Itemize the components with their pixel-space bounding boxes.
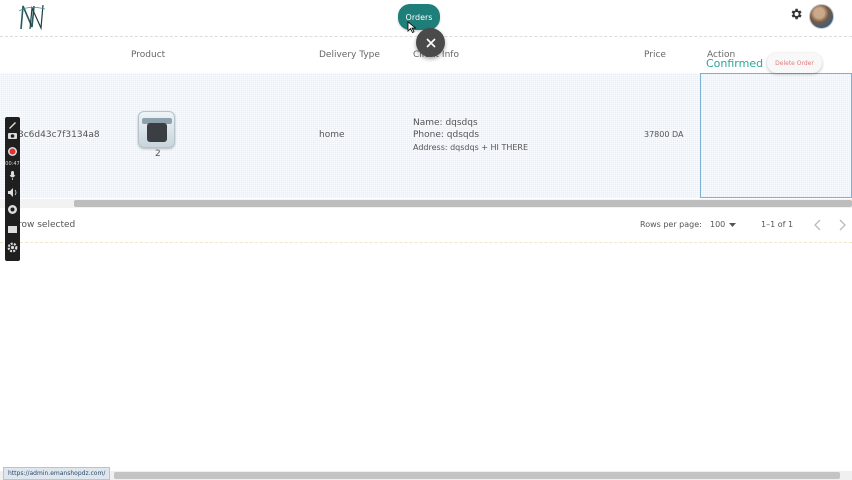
recorder-settings-gear-icon[interactable] (7, 242, 18, 253)
delete-order-button[interactable]: Delete Order (767, 53, 822, 73)
pagination-text: 1–1 of 1 (761, 220, 794, 229)
next-page-icon[interactable] (836, 218, 848, 232)
brand-logo[interactable] (18, 3, 46, 31)
close-fab-button[interactable] (416, 28, 445, 57)
column-header-delivery-type[interactable]: Delivery Type (319, 50, 380, 60)
action-cell (700, 73, 852, 198)
recorder-pen-icon[interactable] (7, 119, 18, 130)
price-cell: 37800 DA (644, 130, 684, 139)
recording-timer: 00:47 (5, 161, 20, 167)
microphone-icon[interactable] (7, 170, 18, 181)
table-row[interactable]: 3c6d43c7f3134a8 2 home Name: dqsdqs Phon… (0, 73, 852, 198)
screen-recorder-toolbar: 00:47 (5, 117, 20, 261)
previous-page-icon[interactable] (812, 218, 824, 232)
camera-icon[interactable] (7, 130, 18, 141)
selected-count-text: row selected (18, 220, 76, 230)
client-name: Name: dqsdqs (413, 118, 478, 128)
user-avatar[interactable] (809, 4, 834, 29)
table-scrollbar-thumb[interactable] (74, 200, 852, 207)
product-quantity: 2 (155, 149, 161, 159)
settings-gear-icon[interactable] (789, 7, 803, 21)
delivery-type-cell: home (319, 130, 345, 140)
speaker-icon[interactable] (7, 187, 18, 198)
rows-per-page-label: Rows per page: (640, 220, 702, 229)
table-footer: row selected Rows per page: 100 1–1 of 1 (0, 210, 852, 243)
client-address: Address: dqsdqs + HI THERE (413, 143, 529, 152)
client-phone: Phone: qdsqds (413, 130, 480, 140)
product-thumbnail[interactable] (138, 111, 175, 148)
screen-area-icon[interactable] (7, 224, 18, 235)
order-id-cell: 3c6d43c7f3134a8 (18, 130, 100, 140)
status-bar-url: https://admin.emanshopdz.com/ (3, 467, 111, 480)
page-scrollbar-thumb[interactable] (114, 472, 840, 479)
column-header-product[interactable]: Product (131, 50, 165, 60)
rows-per-page-select[interactable]: 100 (710, 220, 725, 229)
mouse-cursor-icon (407, 21, 417, 33)
webcam-icon[interactable] (7, 204, 18, 215)
orders-tab-button[interactable]: Orders (398, 4, 440, 30)
record-icon[interactable] (7, 146, 18, 157)
column-header-price[interactable]: Price (644, 50, 666, 60)
chevron-down-icon[interactable] (729, 223, 736, 228)
close-icon (425, 37, 436, 48)
orders-page: Orders Product Delivery Type Client Info… (0, 0, 852, 480)
status-badge: Confirmed (706, 57, 764, 70)
